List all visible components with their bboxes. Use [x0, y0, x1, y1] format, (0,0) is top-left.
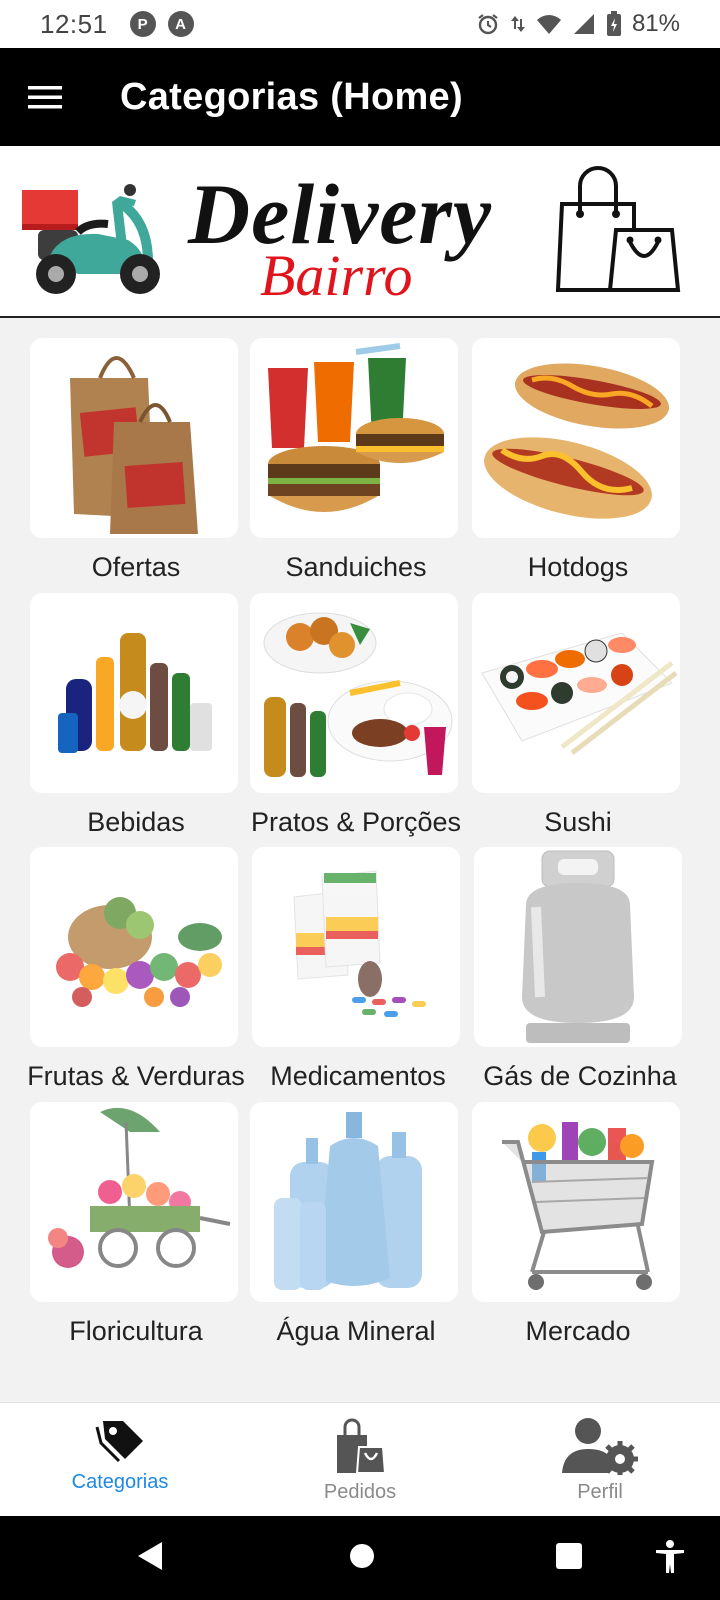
data-arrows-icon: [510, 16, 525, 32]
tag-icon: [95, 1421, 143, 1463]
status-notification-icons: P A: [129, 11, 194, 37]
app-bar: Categorias (Home): [0, 48, 720, 146]
shopping-cart-image: [472, 1102, 680, 1302]
user-settings-icon: [562, 1418, 638, 1475]
gas-cylinder-image: [474, 847, 682, 1047]
category-label: Mercado: [525, 1316, 631, 1346]
fruits-vegetables-image: [30, 847, 238, 1047]
category-pratos-porcoes[interactable]: Pratos & Porções: [240, 575, 472, 837]
home-icon[interactable]: [346, 1540, 378, 1572]
medicine-boxes-image: [252, 847, 460, 1047]
shopping-bags-image: [30, 338, 238, 538]
battery-icon: [606, 11, 621, 36]
accessibility-icon[interactable]: [654, 1540, 686, 1574]
battery-percent: 81%: [631, 10, 680, 37]
alarm-icon: [478, 14, 498, 35]
nav-label: Pedidos: [323, 1481, 397, 1503]
category-mercado[interactable]: Mercado: [462, 1084, 694, 1346]
notification-a-icon: A: [167, 11, 194, 37]
status-bar: 12:51 P A 81%: [0, 0, 720, 48]
nav-tab-pedidos[interactable]: Pedidos: [240, 1403, 480, 1516]
nav-label: Categorias: [71, 1471, 169, 1493]
page-title: Categorias (Home): [120, 75, 463, 118]
notification-p-icon: P: [129, 11, 156, 37]
category-bebidas[interactable]: Bebidas: [20, 575, 252, 837]
category-agua-mineral[interactable]: Água Mineral: [240, 1084, 472, 1346]
category-medicamentos[interactable]: Medicamentos: [242, 829, 474, 1091]
signal-icon: [573, 14, 594, 34]
nav-tab-categorias[interactable]: Categorias: [0, 1403, 240, 1516]
water-jugs-image: [250, 1102, 458, 1302]
category-frutas-verduras[interactable]: Frutas & Verduras: [20, 829, 252, 1091]
bottom-navigation: Categorias Pedidos Perfil: [0, 1402, 720, 1516]
burgers-drinks-image: [250, 338, 458, 538]
beverage-bottles-image: [30, 593, 238, 793]
category-sushi[interactable]: Sushi: [462, 575, 694, 837]
nav-label: Perfil: [577, 1481, 623, 1503]
category-gas-cozinha[interactable]: Gás de Cozinha: [464, 829, 696, 1091]
category-grid: Ofertas Sanduiches Hotdogs Bebidas Prato…: [0, 320, 720, 1402]
status-right: 81%: [476, 10, 680, 38]
recents-icon[interactable]: [554, 1540, 584, 1572]
wifi-icon: [536, 15, 561, 34]
category-hotdogs[interactable]: Hotdogs: [462, 320, 694, 582]
scooter-logo: [22, 184, 160, 294]
category-sanduiches[interactable]: Sanduiches: [240, 320, 472, 582]
brand-subtitle: Bairro: [260, 243, 413, 308]
hamburger-menu-icon: [28, 86, 62, 109]
system-navigation-bar: [0, 1516, 720, 1600]
category-ofertas[interactable]: Ofertas: [20, 320, 252, 582]
status-time: 12:51: [40, 8, 108, 39]
menu-button[interactable]: [0, 48, 90, 146]
category-floricultura[interactable]: Floricultura: [20, 1084, 252, 1346]
nav-tab-perfil[interactable]: Perfil: [480, 1403, 720, 1516]
category-label: Floricultura: [69, 1316, 203, 1346]
hotdogs-image: [472, 338, 680, 538]
plates-portions-image: [250, 593, 458, 793]
sushi-platter-image: [472, 593, 680, 793]
shopping-bags-logo-icon: [555, 166, 681, 292]
flower-cart-image: [30, 1102, 238, 1302]
shopping-bag-icon: [337, 1418, 387, 1474]
category-label: Água Mineral: [276, 1316, 436, 1346]
brand-banner: Delivery Bairro: [0, 146, 720, 318]
back-icon[interactable]: [136, 1540, 164, 1572]
